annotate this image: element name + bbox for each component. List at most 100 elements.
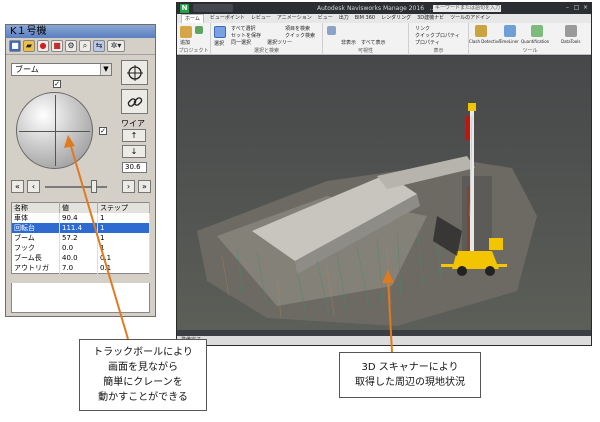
ribbon-group-caption: 選択と検索: [253, 48, 279, 54]
add-button[interactable]: 追加: [180, 39, 190, 46]
row-value[interactable]: 90.4: [59, 213, 98, 223]
status-bar: 準備完了: [177, 336, 591, 345]
row-step[interactable]: 0.1: [97, 253, 150, 263]
tab-tool-addins[interactable]: ツールのアドイン: [450, 14, 490, 23]
settings-icon[interactable]: ⚙: [65, 40, 77, 52]
show-all-button[interactable]: すべて表示: [361, 39, 385, 46]
crane-boom-tip: [468, 103, 476, 111]
tab-bim360[interactable]: BIM 360: [355, 14, 375, 23]
target-button[interactable]: [121, 60, 148, 85]
row-step[interactable]: 1: [97, 213, 150, 223]
row-value[interactable]: 7.0: [59, 263, 98, 274]
record-icon[interactable]: ●: [37, 40, 49, 52]
row-name: 車体: [11, 213, 60, 223]
properties-button[interactable]: プロパティ: [415, 39, 440, 46]
tab-animation[interactable]: アニメーション: [277, 14, 312, 23]
nav-first-button[interactable]: «: [11, 180, 24, 193]
selection-tree-button[interactable]: 選択ツリー: [267, 39, 292, 46]
slider-thumb[interactable]: [91, 180, 97, 193]
timeliner-button[interactable]: TimeLiner: [499, 39, 519, 44]
find-items-button[interactable]: 項目を検索: [285, 25, 310, 32]
tab-output[interactable]: 出力: [339, 14, 349, 23]
refresh-icon[interactable]: [195, 26, 203, 34]
quick-find-input[interactable]: クイック検索: [285, 32, 315, 39]
nav-last-button[interactable]: »: [138, 180, 151, 193]
row-value[interactable]: 57.2: [59, 233, 98, 243]
wire-value-field[interactable]: 30.6: [122, 162, 147, 173]
table-row[interactable]: ブーム長 40.0 0.1: [11, 253, 150, 263]
close-icon[interactable]: ×: [581, 4, 590, 12]
maximize-icon[interactable]: □: [572, 4, 581, 12]
save-selection-button[interactable]: セットを保存: [231, 32, 261, 39]
slider-track[interactable]: [45, 186, 107, 188]
tab-render[interactable]: レンダリング: [381, 14, 411, 23]
row-step[interactable]: 1: [97, 233, 150, 243]
select-same-button[interactable]: 同一選択: [231, 39, 251, 46]
table-header-row: 名称 値 ステップ: [11, 202, 150, 213]
datatools-button[interactable]: DataTools: [561, 39, 580, 44]
minimize-icon[interactable]: –: [563, 4, 572, 12]
row-step[interactable]: 1: [97, 223, 150, 233]
nav-next-button[interactable]: ›: [122, 180, 135, 193]
link-icon[interactable]: ⇆: [93, 40, 105, 52]
mode-select-value: ブーム: [15, 65, 39, 74]
add-icon[interactable]: [180, 26, 192, 38]
gear-icon[interactable]: ✲▾: [107, 40, 125, 52]
clash-detective-button[interactable]: Clash Detective: [469, 39, 501, 44]
chain-link-icon: [127, 96, 142, 107]
tab-3d-machine-navi[interactable]: 3D建機ナビ: [417, 14, 444, 23]
table-row[interactable]: ブーム 57.2 1: [11, 233, 150, 243]
clash-detective-icon[interactable]: [475, 25, 487, 37]
tab-home[interactable]: ホーム: [181, 14, 204, 23]
select-all-button[interactable]: すべて選択: [231, 25, 255, 32]
select-button[interactable]: 選択: [214, 40, 224, 47]
table-row[interactable]: 車体 90.4 1: [11, 213, 150, 223]
hide-icon[interactable]: [327, 26, 336, 35]
mode-select[interactable]: ブーム ▼: [11, 63, 112, 76]
scanned-building: [462, 176, 492, 261]
quantification-icon[interactable]: [531, 25, 543, 37]
quick-access-toolbar[interactable]: [193, 4, 233, 12]
hide-button[interactable]: 非表示: [341, 39, 356, 46]
tab-review[interactable]: レビュー: [251, 14, 271, 23]
chevron-down-icon[interactable]: ▼: [100, 64, 111, 75]
link-button[interactable]: [121, 89, 148, 114]
trackball-horizontal-checkbox[interactable]: ✓: [99, 127, 107, 135]
ribbon-group-project: 追加 プロジェクト: [177, 23, 211, 55]
row-value[interactable]: 40.0: [59, 253, 98, 263]
timeliner-icon[interactable]: [504, 25, 516, 37]
links-button[interactable]: リンク: [415, 25, 430, 32]
crane-control-panel: K１号機 ■ ▰ ● ■ ⚙ ⌕ ⇆ ✲▾ ブーム ▼ ✓ ✓ ワイア ↑ ↓ …: [5, 24, 156, 317]
navisworks-logo[interactable]: N: [180, 4, 189, 13]
open-icon[interactable]: ▰: [23, 40, 35, 52]
row-step[interactable]: 0.1: [97, 263, 150, 274]
nav-prev-button[interactable]: ‹: [27, 180, 40, 193]
3d-viewport[interactable]: [177, 56, 591, 330]
search-input[interactable]: キーワードまたは語句を入力: [433, 5, 501, 12]
zoom-icon[interactable]: ⌕: [79, 40, 91, 52]
quick-properties-button[interactable]: クイックプロパティ: [415, 32, 460, 39]
table-row[interactable]: フック 0.0 1: [11, 243, 150, 253]
trackball[interactable]: [16, 92, 93, 169]
callout-trackball: トラックボールにより 画面を見ながら 簡単にクレーンを 動かすことができる: [79, 339, 207, 411]
save-icon[interactable]: ■: [9, 40, 21, 52]
table-row[interactable]: アウトリガ 7.0 0.1: [11, 263, 150, 274]
panel-title: K１号機: [6, 25, 155, 38]
select-arrow-icon[interactable]: [214, 26, 226, 38]
wire-up-button[interactable]: ↑: [122, 129, 146, 142]
callout-line: 取得した周辺の現地状況: [355, 377, 465, 388]
ribbon-group-caption: 表示: [433, 48, 444, 54]
panel-toolbar: ■ ▰ ● ■ ⚙ ⌕ ⇆ ✲▾: [6, 38, 155, 55]
trackball-vertical-checkbox[interactable]: ✓: [53, 80, 61, 88]
table-row-selected[interactable]: 回転台 111.4 1: [11, 223, 150, 233]
row-value[interactable]: 111.4: [59, 223, 98, 233]
stop-icon[interactable]: ■: [51, 40, 63, 52]
row-step[interactable]: 1: [97, 243, 150, 253]
tab-viewpoint[interactable]: ビューポイント: [210, 14, 245, 23]
quantification-button[interactable]: Quantification: [521, 39, 549, 44]
row-value[interactable]: 0.0: [59, 243, 98, 253]
wire-down-button[interactable]: ↓: [122, 145, 146, 158]
tab-view[interactable]: ビュー: [318, 14, 333, 23]
point-cloud-scene: [177, 56, 591, 330]
datatools-icon[interactable]: [565, 25, 577, 37]
